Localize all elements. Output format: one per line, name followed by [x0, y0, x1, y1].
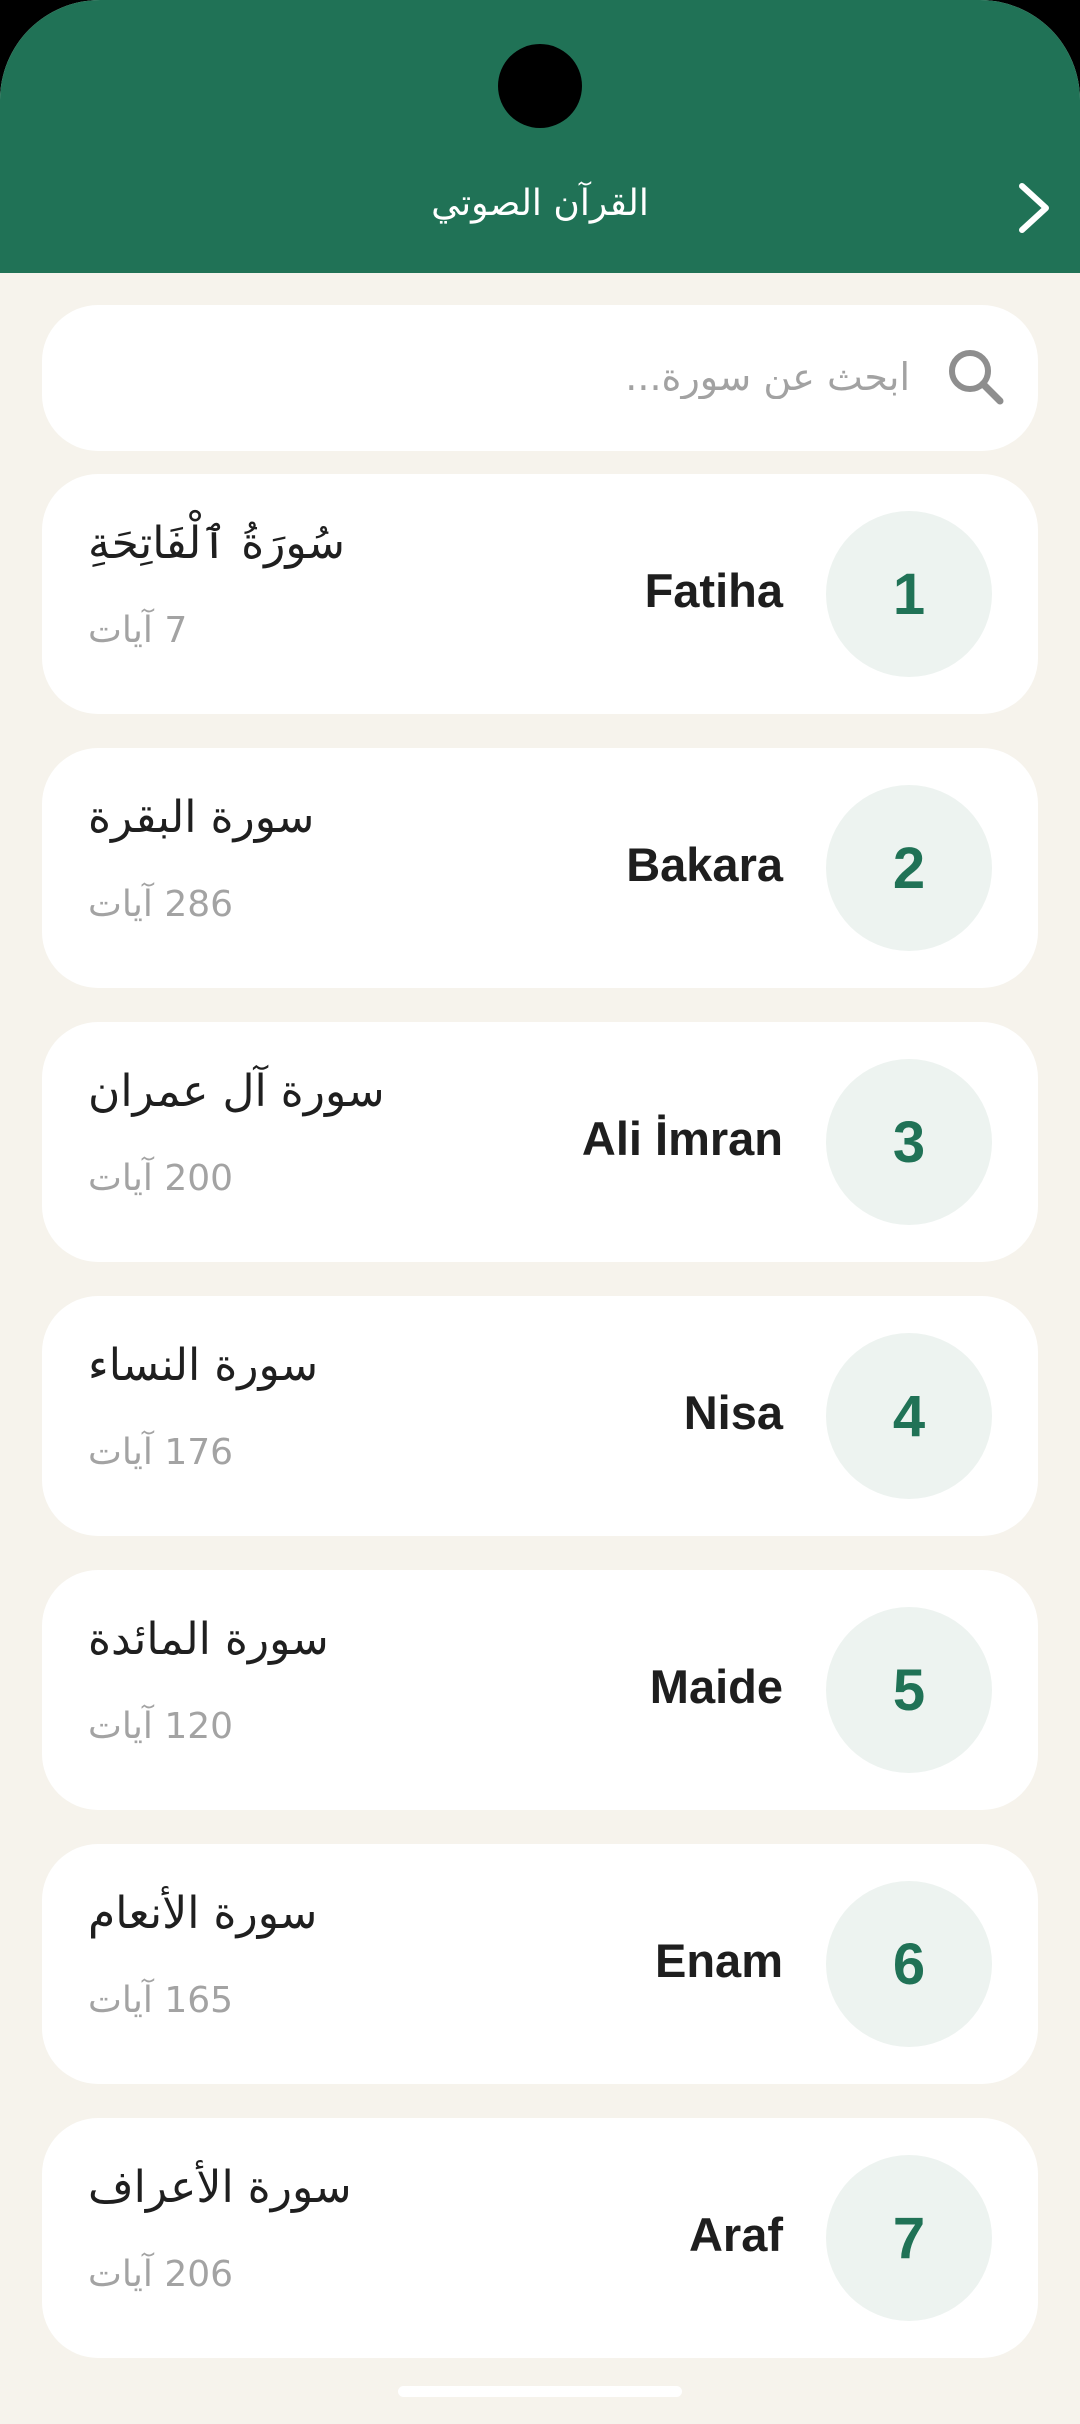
surah-latin-name: Bakara: [626, 838, 783, 891]
surah-number: 3: [892, 1109, 926, 1175]
surah-number: 5: [892, 1657, 926, 1723]
surah-verse-count: 206 آيات: [88, 2254, 234, 2295]
surah-arabic-name: سورة الأعراف: [88, 2162, 352, 2213]
surah-number: 1: [892, 561, 926, 627]
surah-arabic-name: سورة النساء: [88, 1340, 319, 1391]
surah-number: 2: [892, 835, 926, 901]
surah-verse-count: 286 آيات: [88, 884, 234, 925]
surah-verse-count: 176 آيات: [88, 1432, 234, 1473]
camera-cutout: [498, 44, 582, 128]
app-screen: القرآن الصوتي 1 Fatiha سُورَةُ ٱلْفَاتِح…: [0, 0, 1080, 2424]
surah-latin-name: Maide: [649, 1660, 783, 1713]
surah-verse-count: 165 آيات: [88, 1980, 234, 2021]
surah-latin-name: Enam: [655, 1934, 783, 1987]
chevron-right-icon: [1019, 183, 1049, 233]
surah-verse-count: 200 آيات: [88, 1158, 234, 1199]
surah-number-badge: 4: [826, 1333, 992, 1499]
surah-row-4[interactable]: 4 Nisa سورة النساء 176 آيات: [42, 1296, 1038, 1536]
surah-list-container[interactable]: 1 Fatiha سُورَةُ ٱلْفَاتِحَةِ 7 آيات 2 B…: [0, 273, 1080, 2358]
home-indicator[interactable]: [398, 2386, 682, 2397]
surah-number: 6: [892, 1931, 926, 1997]
surah-number: 7: [892, 2205, 926, 2271]
search-icon: [949, 350, 1004, 405]
surah-arabic-name: سورة آل عمران: [88, 1066, 385, 1117]
surah-latin-name: Araf: [688, 2208, 783, 2261]
search-bar[interactable]: [42, 305, 1038, 451]
surah-number-badge: 7: [826, 2155, 992, 2321]
surah-number-badge: 3: [826, 1059, 992, 1225]
surah-row-5[interactable]: 5 Maide سورة المائدة 120 آيات: [42, 1570, 1038, 1810]
surah-row-7[interactable]: 7 Araf سورة الأعراف 206 آيات: [42, 2118, 1038, 2358]
surah-latin-name: Ali İmran: [581, 1112, 783, 1165]
surah-number-badge: 1: [826, 511, 992, 677]
surah-arabic-name: سورة البقرة: [88, 792, 315, 843]
surah-latin-name: Fatiha: [644, 564, 783, 617]
surah-number: 4: [892, 1383, 926, 1449]
surah-row-1[interactable]: 1 Fatiha سُورَةُ ٱلْفَاتِحَةِ 7 آيات: [42, 474, 1038, 714]
surah-latin-name: Nisa: [683, 1386, 783, 1439]
surah-row-6[interactable]: 6 Enam سورة الأنعام 165 آيات: [42, 1844, 1038, 2084]
surah-number-badge: 6: [826, 1881, 992, 2047]
surah-number-badge: 5: [826, 1607, 992, 1773]
surah-arabic-name: سورة الأنعام: [88, 1888, 318, 1939]
surah-number-badge: 2: [826, 785, 992, 951]
surah-arabic-name: سورة المائدة: [88, 1614, 329, 1665]
surah-arabic-name: سُورَةُ ٱلْفَاتِحَةِ: [88, 518, 345, 569]
app-header: القرآن الصوتي: [0, 0, 1080, 273]
surah-row-3[interactable]: 3 Ali İmran سورة آل عمران 200 آيات: [42, 1022, 1038, 1262]
back-button[interactable]: [994, 172, 1074, 244]
surah-row-2[interactable]: 2 Bakara سورة البقرة 286 آيات: [42, 748, 1038, 988]
page-title: القرآن الصوتي: [431, 183, 649, 224]
search-input[interactable]: [150, 341, 910, 413]
surah-verse-count: 7 آيات: [88, 610, 188, 651]
surah-verse-count: 120 آيات: [88, 1706, 234, 1747]
